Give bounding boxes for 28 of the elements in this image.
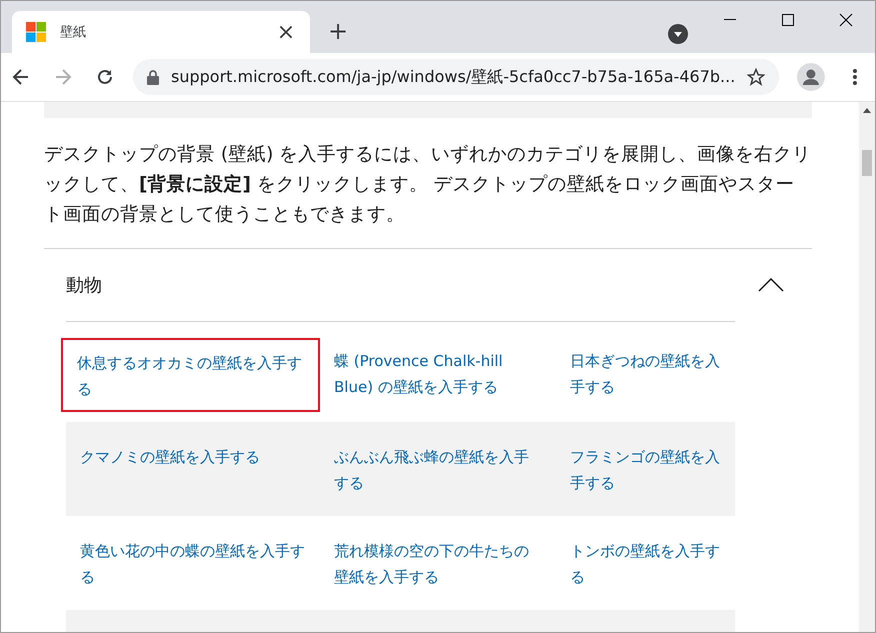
url-text: support.microsoft.com/ja-jp/windows/壁紙-5cfa0cc7-b75a-165a-467b... <box>171 66 736 88</box>
new-tab-button[interactable]: + <box>324 17 352 45</box>
profile-avatar-icon[interactable] <box>797 63 826 91</box>
windows-logo-icon <box>26 22 46 42</box>
wallpaper-link[interactable]: 黄色い花の中の蝶の壁紙を入手する <box>66 528 320 600</box>
wallpaper-link[interactable]: 日本ぎつねの壁紙を入手する <box>556 338 735 412</box>
wallpaper-link[interactable]: トンボの壁紙を入手する <box>556 528 735 600</box>
intro-paragraph: デスクトップの背景 (壁紙) を入手するには、いずれかのカテゴリを展開し、画像を右クリックして、[背景に設定] をクリックします。 デスクトップの壁紙をロック画面やスタート画面の背景として使うこともできます。 <box>44 143 812 227</box>
lock-icon <box>147 70 159 84</box>
browser-tab[interactable]: 壁紙 × <box>12 11 310 53</box>
address-bar[interactable]: support.microsoft.com/ja-jp/windows/壁紙-5cfa0cc7-b75a-165a-467b... <box>133 59 780 95</box>
dropdown-icon[interactable] <box>668 24 688 44</box>
scrollbar-thumb[interactable] <box>862 150 872 176</box>
minimize-icon[interactable] <box>724 19 736 21</box>
wallpaper-link[interactable]: 休息するオオカミの壁紙を入手する <box>61 338 320 412</box>
scrollbar[interactable] <box>859 102 875 632</box>
accordion-header[interactable]: 動物 <box>44 248 812 321</box>
wallpaper-link[interactable]: 蝶 (Provence Chalk-hill Blue) の壁紙を入手する <box>320 338 556 412</box>
maximize-icon[interactable] <box>782 14 794 26</box>
close-icon[interactable] <box>839 13 853 27</box>
reload-button[interactable] <box>95 67 115 87</box>
wallpaper-link[interactable]: 荒れ模様の空の下の牛たちの壁紙を入手する <box>320 528 556 600</box>
star-icon[interactable] <box>747 68 766 86</box>
close-tab-button[interactable]: × <box>276 22 296 42</box>
tab-title: 壁紙 <box>60 24 87 41</box>
back-button[interactable] <box>11 67 31 87</box>
accordion-title: 動物 <box>66 274 102 297</box>
scroll-up-arrow-icon[interactable] <box>862 106 872 116</box>
